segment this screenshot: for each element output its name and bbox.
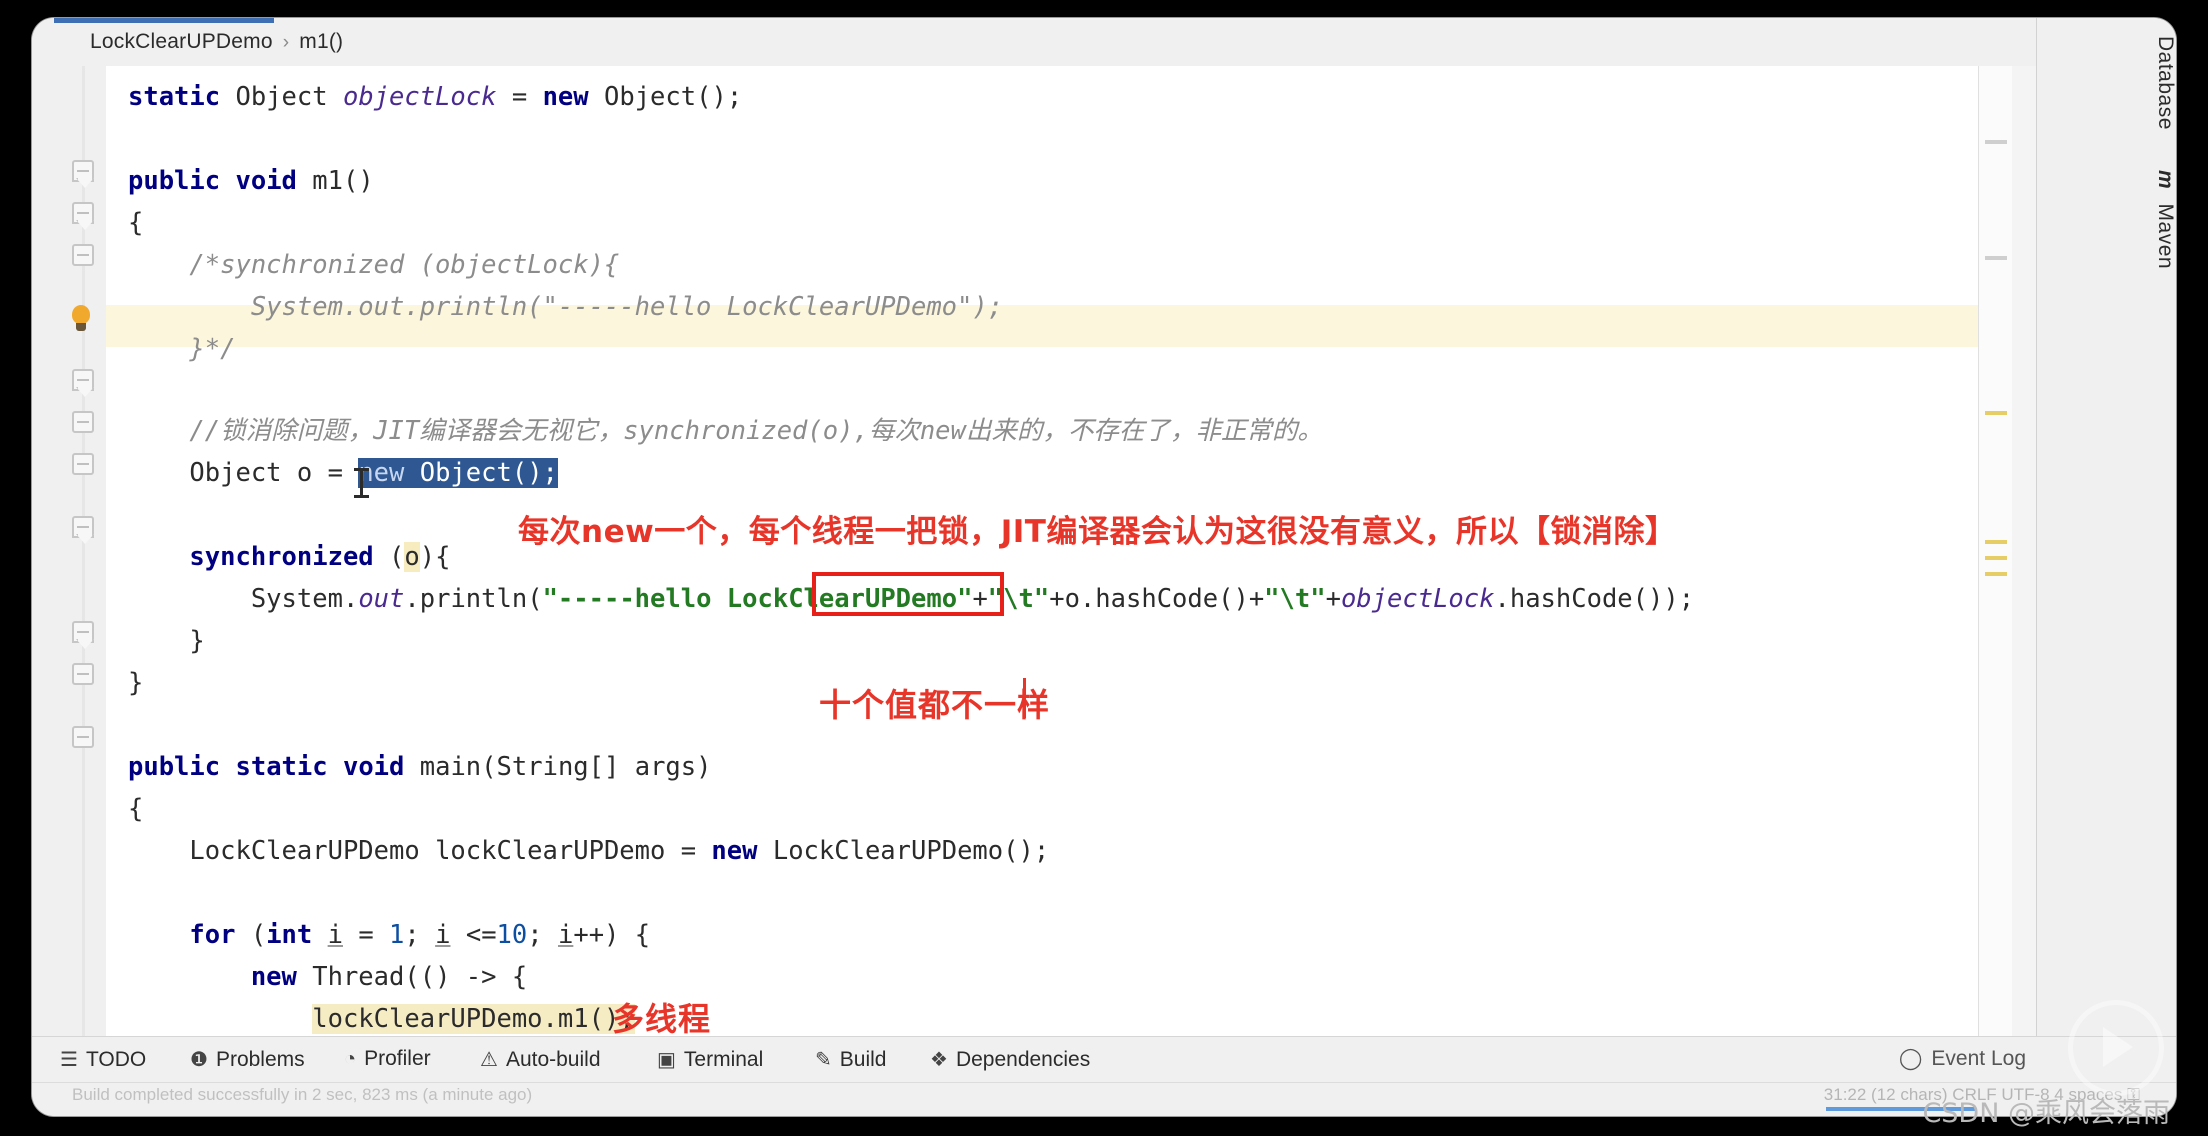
code-line: static Object objectLock = new Object(); — [128, 82, 743, 112]
red-annotation-caret — [1023, 678, 1026, 718]
breadcrumb-bar: LockClearUPDemo › m1() — [32, 18, 2128, 67]
code-line: { — [128, 208, 144, 238]
tool-label: Terminal — [683, 1047, 764, 1071]
build-icon: ✎ — [815, 1049, 832, 1071]
code-line-highlighted: lockClearUPDemo.m1(); — [312, 1004, 635, 1034]
event-log-icon: ◯ — [1898, 1047, 1923, 1070]
terminal-icon: ▣ — [657, 1049, 676, 1071]
tool-button-build[interactable]: ✎ Build — [815, 1047, 886, 1072]
code-line: synchronized (o){ — [189, 542, 451, 572]
code-line: public static void main(String[] args) — [128, 752, 712, 782]
editor-scrollbar[interactable] — [2012, 66, 2036, 1036]
tool-button-problems[interactable]: ❶ Problems — [190, 1047, 305, 1072]
code-line: } — [128, 626, 205, 656]
fold-marker[interactable] — [72, 160, 94, 182]
build-status-text: Build completed successfully in 2 sec, 8… — [72, 1085, 533, 1104]
fold-marker[interactable] — [72, 202, 94, 224]
text-cursor-icon — [354, 468, 369, 498]
breadcrumb: LockClearUPDemo › m1() — [90, 30, 343, 54]
breadcrumb-separator-icon: › — [282, 32, 290, 53]
tool-button-profiler[interactable]: ◔ Profiler — [344, 1047, 431, 1071]
fold-marker[interactable] — [72, 244, 94, 266]
sidebar-database-label: Database — [2154, 36, 2176, 130]
sidebar-maven-label: Maven — [2154, 203, 2176, 270]
dependencies-icon: ❖ — [930, 1049, 948, 1071]
profiler-icon: ◔ — [344, 1047, 357, 1070]
intention-bulb-icon[interactable] — [68, 305, 94, 335]
fold-marker[interactable] — [72, 621, 94, 643]
tool-label: Dependencies — [955, 1047, 1091, 1071]
maven-icon: m — [2154, 170, 2176, 190]
fold-marker[interactable] — [72, 369, 94, 391]
red-annotation-lock-elimination: 每次new一个，每个线程一把锁，JIT编译器会认为这很没有意义，所以【锁消除】 — [518, 514, 1677, 550]
status-bar: Build completed successfully in 2 sec, 8… — [32, 1082, 2176, 1116]
tool-label: TODO — [85, 1047, 147, 1071]
auto-build-icon: ⚠ — [480, 1049, 498, 1071]
error-marker-stripe[interactable] — [1978, 66, 2013, 1036]
red-highlight-box — [812, 572, 1004, 616]
screenshot-root: LockClearUPDemo›m1() 4 1 ✔ 1 ⌃ ⌄ — [0, 0, 2208, 1136]
event-log-label: Event Log — [1931, 1046, 2026, 1070]
marker — [1985, 540, 2007, 544]
code-line: System.out.println("-----hello LockClear… — [250, 292, 1004, 322]
breadcrumb-class[interactable]: LockClearUPDemo — [90, 30, 273, 53]
code-editor[interactable]: static Object objectLock = new Object();… — [106, 66, 1978, 1036]
code-line-comment: //锁消除问题，JIT编译器会无视它，synchronized(o),每次new… — [189, 416, 1323, 446]
code-line: for (int i = 1; i <=10; i++) { — [189, 920, 651, 950]
code-line: } — [128, 668, 144, 698]
fold-marker[interactable] — [72, 411, 94, 433]
source-code[interactable]: static Object objectLock = new Object();… — [106, 66, 1978, 1036]
fold-marker[interactable] — [72, 726, 94, 748]
marker — [1985, 556, 2007, 560]
sidebar-item-database[interactable]: Database — [2037, 36, 2176, 130]
fold-marker[interactable] — [72, 516, 94, 538]
red-annotation-ten-values: 十个值都不一样 — [819, 686, 1051, 724]
tool-label: Problems — [215, 1047, 305, 1071]
bottom-toolbar: ☰ TODO ❶ Problems ◔ Profiler ⚠ Auto-buil… — [32, 1036, 2176, 1083]
tool-label: Build — [839, 1047, 887, 1071]
code-line: new Thread(() -> { — [250, 962, 528, 992]
play-watermark-icon — [2068, 1000, 2164, 1096]
ide-window: LockClearUPDemo›m1() 4 1 ✔ 1 ⌃ ⌄ — [32, 18, 2176, 1116]
active-tab-underline — [54, 18, 274, 23]
tool-button-dependencies[interactable]: ❖ Dependencies — [930, 1047, 1090, 1072]
marker — [1985, 140, 2007, 144]
code-line: public void m1() — [128, 166, 374, 196]
code-line-selected: Object o = new Object(); — [189, 458, 558, 488]
fold-marker[interactable] — [72, 663, 94, 685]
tool-button-auto-build[interactable]: ⚠ Auto-build — [480, 1047, 601, 1072]
red-annotation-multithread: 多线程 — [612, 1000, 712, 1036]
breadcrumb-method[interactable]: m1() — [299, 30, 343, 53]
right-tool-sidebar: Database m Maven — [2036, 18, 2176, 1116]
tool-label: Profiler — [364, 1047, 431, 1070]
tool-button-todo[interactable]: ☰ TODO — [60, 1047, 146, 1072]
code-line: /*synchronized (objectLock){ — [189, 250, 620, 280]
marker — [1985, 411, 2007, 415]
problems-icon: ❶ — [190, 1049, 208, 1071]
event-log-button[interactable]: ◯ Event Log — [1899, 1046, 2026, 1071]
code-line: LockClearUPDemo lockClearUPDemo = new Lo… — [189, 836, 1050, 866]
marker — [1985, 572, 2007, 576]
tool-button-terminal[interactable]: ▣ Terminal — [657, 1047, 763, 1072]
editor-gutter[interactable] — [32, 66, 107, 1036]
marker — [1985, 256, 2007, 260]
fold-marker[interactable] — [72, 453, 94, 475]
tool-label: Auto-build — [505, 1047, 601, 1071]
sidebar-item-maven[interactable]: m Maven — [2037, 170, 2176, 269]
code-line: }*/ — [189, 334, 236, 364]
code-line: { — [128, 794, 144, 824]
todo-icon: ☰ — [60, 1049, 78, 1071]
csdn-watermark: CSDN @乘风会落雨 — [1922, 1098, 2170, 1129]
